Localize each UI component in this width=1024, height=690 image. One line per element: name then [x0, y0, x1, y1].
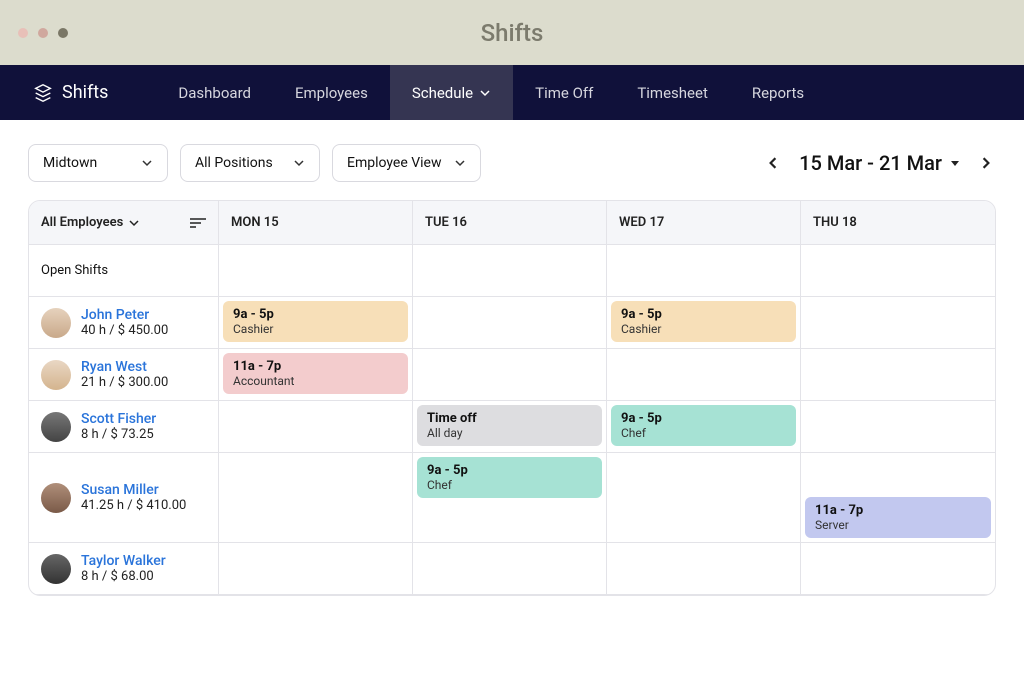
nav-reports[interactable]: Reports [730, 65, 826, 120]
ryan-thu-cell[interactable] [801, 349, 995, 401]
ryan-mon-cell[interactable]: 11a - 7p Accountant [219, 349, 413, 401]
main-navbar: Shifts Dashboard Employees Schedule Time… [0, 65, 1024, 120]
susan-mon-cell[interactable] [219, 453, 413, 543]
brand-label: Shifts [62, 82, 108, 103]
employee-meta: 41.25 h / $ 410.00 [81, 498, 186, 513]
avatar [41, 483, 71, 513]
scott-thu-cell[interactable] [801, 401, 995, 453]
day-header-tue: TUE 16 [413, 201, 607, 245]
ryan-wed-cell[interactable] [607, 349, 801, 401]
john-tue-cell[interactable] [413, 297, 607, 349]
employee-meta: 21 h / $ 300.00 [81, 375, 168, 390]
prev-week-button[interactable] [763, 153, 783, 173]
employee-name-link[interactable]: Ryan West [81, 359, 168, 375]
employee-name-link[interactable]: Scott Fisher [81, 411, 156, 427]
position-select[interactable]: All Positions [180, 144, 320, 182]
location-select[interactable]: Midtown [28, 144, 168, 182]
open-wed-cell[interactable] [607, 245, 801, 297]
toolbar: Midtown All Positions Employee View 15 M… [0, 120, 1024, 200]
nav-items: Dashboard Employees Schedule Time Off Ti… [156, 65, 826, 120]
chevron-down-icon [479, 87, 491, 99]
employee-name-link[interactable]: Susan Miller [81, 482, 186, 498]
nav-schedule[interactable]: Schedule [390, 65, 513, 120]
employee-meta: 40 h / $ 450.00 [81, 323, 168, 338]
view-select[interactable]: Employee View [332, 144, 481, 182]
shift-block[interactable]: 9a - 5p Cashier [611, 301, 796, 342]
nav-timesheet[interactable]: Timesheet [615, 65, 730, 120]
employee-row-label: Susan Miller 41.25 h / $ 410.00 [29, 453, 219, 543]
shift-block[interactable]: 9a - 5p Cashier [223, 301, 408, 342]
shift-block[interactable]: 11a - 7p Server [805, 497, 991, 538]
employee-column-header: All Employees [29, 201, 219, 245]
open-mon-cell[interactable] [219, 245, 413, 297]
shift-block[interactable]: 11a - 7p Accountant [223, 353, 408, 394]
john-thu-cell[interactable] [801, 297, 995, 349]
chevron-down-icon [129, 218, 139, 228]
avatar [41, 308, 71, 338]
brand-logo-icon [32, 82, 54, 104]
nav-employees[interactable]: Employees [273, 65, 390, 120]
employee-row-label: Scott Fisher 8 h / $ 73.25 [29, 401, 219, 453]
employee-row-label: Taylor Walker 8 h / $ 68.00 [29, 543, 219, 595]
john-mon-cell[interactable]: 9a - 5p Cashier [219, 297, 413, 349]
next-week-button[interactable] [976, 153, 996, 173]
taylor-wed-cell[interactable] [607, 543, 801, 595]
taylor-thu-cell[interactable] [801, 543, 995, 595]
avatar [41, 360, 71, 390]
employee-row-label: John Peter 40 h / $ 450.00 [29, 297, 219, 349]
timeoff-block[interactable]: Time off All day [417, 405, 602, 446]
day-header-mon: MON 15 [219, 201, 413, 245]
susan-thu-cell[interactable]: 11a - 7p Server [801, 453, 995, 543]
employee-name-link[interactable]: Taylor Walker [81, 553, 166, 569]
window-controls [18, 28, 68, 38]
minimize-icon[interactable] [38, 28, 48, 38]
taylor-mon-cell[interactable] [219, 543, 413, 595]
susan-wed-cell[interactable] [607, 453, 801, 543]
window-titlebar: Shifts [0, 0, 1024, 65]
ryan-tue-cell[interactable] [413, 349, 607, 401]
employee-meta: 8 h / $ 68.00 [81, 569, 166, 584]
date-range-picker[interactable]: 15 Mar - 21 Mar [799, 151, 960, 175]
scott-wed-cell[interactable]: 9a - 5p Chef [607, 401, 801, 453]
caret-down-icon [950, 158, 960, 168]
employee-row-label: Ryan West 21 h / $ 300.00 [29, 349, 219, 401]
avatar [41, 412, 71, 442]
employee-meta: 8 h / $ 73.25 [81, 427, 156, 442]
maximize-icon[interactable] [58, 28, 68, 38]
shift-block[interactable]: 9a - 5p Chef [611, 405, 796, 446]
scott-tue-cell[interactable]: Time off All day [413, 401, 607, 453]
shift-block[interactable]: 9a - 5p Chef [417, 457, 602, 498]
open-thu-cell[interactable] [801, 245, 995, 297]
chevron-down-icon [454, 157, 466, 169]
chevron-down-icon [293, 157, 305, 169]
all-employees-filter[interactable]: All Employees [41, 215, 139, 230]
sort-icon[interactable] [190, 217, 206, 229]
open-tue-cell[interactable] [413, 245, 607, 297]
chevron-down-icon [141, 157, 153, 169]
susan-tue-cell[interactable]: 9a - 5p Chef [413, 453, 607, 543]
window-title: Shifts [481, 19, 544, 47]
brand: Shifts [32, 82, 108, 104]
schedule-grid: All Employees MON 15 TUE 16 WED 17 THU 1… [28, 200, 996, 596]
day-header-wed: WED 17 [607, 201, 801, 245]
nav-timeoff[interactable]: Time Off [513, 65, 615, 120]
nav-dashboard[interactable]: Dashboard [156, 65, 273, 120]
avatar [41, 554, 71, 584]
employee-name-link[interactable]: John Peter [81, 307, 168, 323]
day-header-thu: THU 18 [801, 201, 995, 245]
open-shifts-row-label: Open Shifts [29, 245, 219, 297]
scott-mon-cell[interactable] [219, 401, 413, 453]
taylor-tue-cell[interactable] [413, 543, 607, 595]
close-icon[interactable] [18, 28, 28, 38]
john-wed-cell[interactable]: 9a - 5p Cashier [607, 297, 801, 349]
